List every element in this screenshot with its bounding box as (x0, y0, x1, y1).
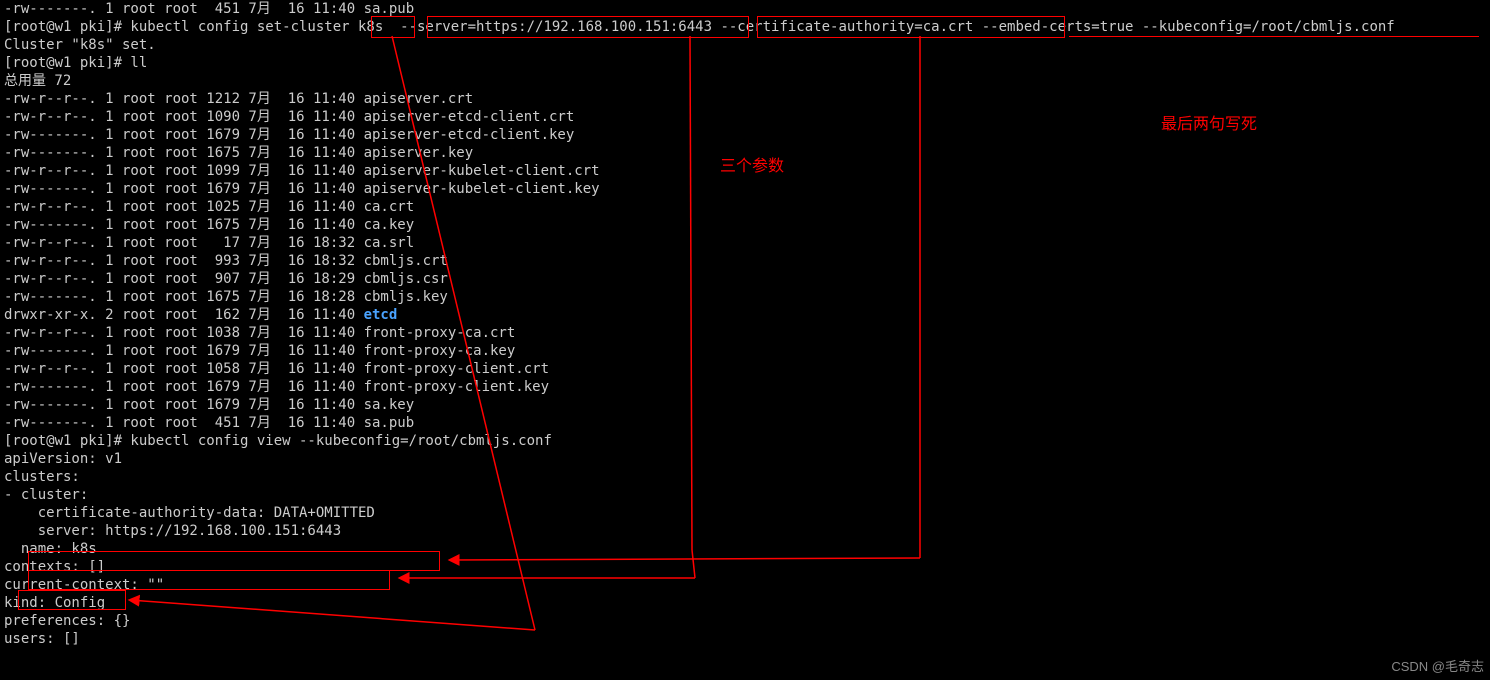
box-ca-data (28, 551, 440, 571)
box-server-arg (427, 16, 749, 38)
underline-fixed-args (1069, 36, 1479, 37)
box-server-yaml (28, 570, 390, 590)
box-ca-arg (757, 16, 1065, 38)
annotation-three-params: 三个参数 (720, 158, 784, 176)
dir-etcd: etcd (364, 307, 398, 323)
annotation-last-two-fixed: 最后两句写死 (1161, 116, 1257, 134)
box-cluster-name (371, 16, 415, 38)
box-name-yaml (18, 590, 126, 610)
csdn-credit: CSDN @毛奇志 (1391, 658, 1484, 676)
